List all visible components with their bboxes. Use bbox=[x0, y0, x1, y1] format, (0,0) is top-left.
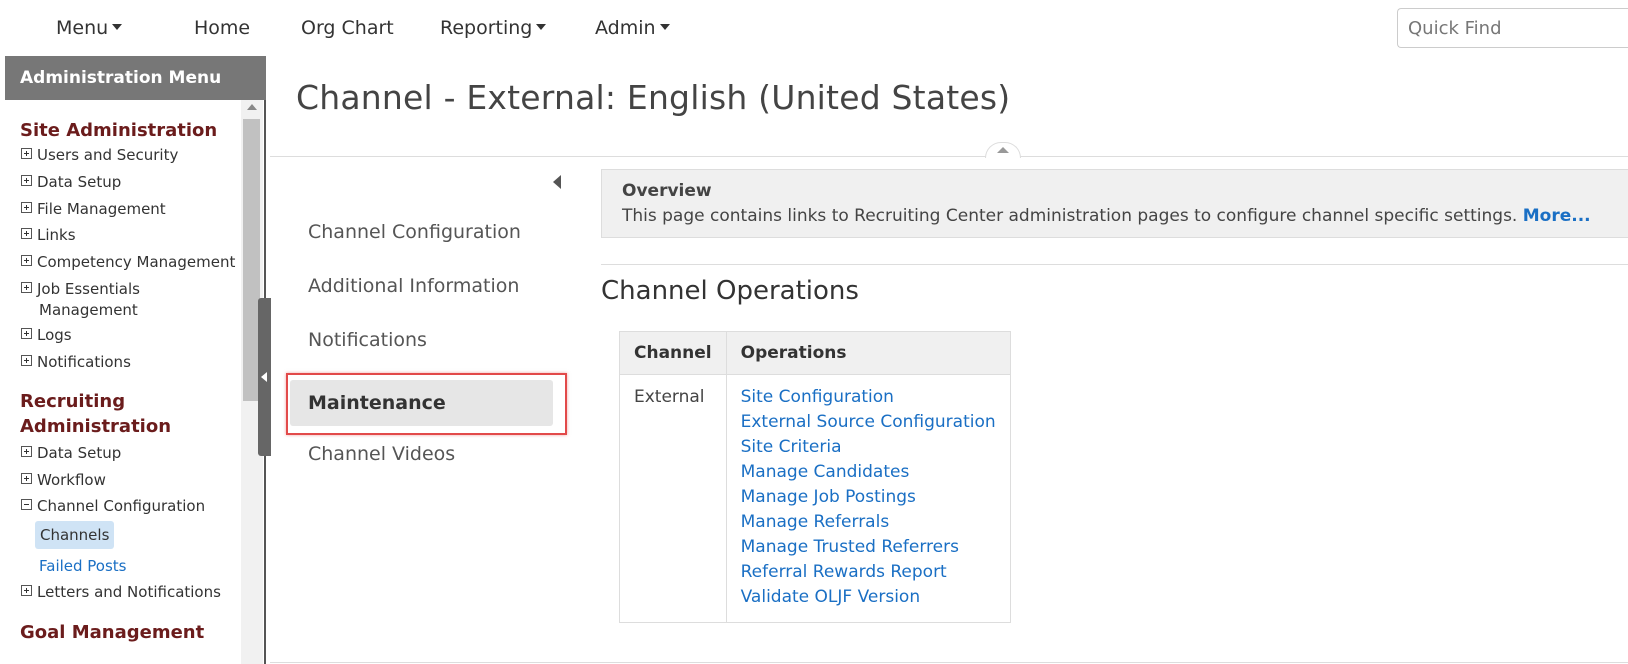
section-recruiting-administration: Recruiting Administration bbox=[20, 389, 171, 439]
caret-down-icon bbox=[112, 23, 123, 30]
divider bbox=[270, 662, 1628, 663]
expand-icon[interactable] bbox=[21, 175, 32, 186]
sidebar-item-label: Letters and Notifications bbox=[37, 583, 221, 601]
link-manage-candidates[interactable]: Manage Candidates bbox=[741, 460, 996, 485]
nav-admin[interactable]: Admin bbox=[595, 17, 670, 39]
sidebar-item-workflow[interactable]: Workflow bbox=[21, 469, 106, 491]
expand-icon[interactable] bbox=[21, 446, 32, 457]
expand-icon[interactable] bbox=[21, 585, 32, 596]
link-external-source-configuration[interactable]: External Source Configuration bbox=[741, 410, 996, 435]
expand-icon[interactable] bbox=[21, 202, 32, 213]
quick-find-input[interactable] bbox=[1397, 8, 1628, 48]
link-referral-rewards-report[interactable]: Referral Rewards Report bbox=[741, 560, 996, 585]
expand-icon[interactable] bbox=[21, 355, 32, 366]
link-validate-oljf-version[interactable]: Validate OLJF Version bbox=[741, 585, 996, 610]
channel-operations-table: Channel Operations External Site Configu… bbox=[619, 331, 1011, 623]
overview-title: Overview bbox=[622, 181, 712, 201]
sidebar-item-notifications[interactable]: Notifications bbox=[21, 351, 131, 373]
sidebar-item-label: Data Setup bbox=[37, 173, 122, 191]
overview-description: This page contains links to Recruiting C… bbox=[622, 206, 1518, 226]
sidebar-item-links[interactable]: Links bbox=[21, 224, 76, 246]
collapse-subnav-icon[interactable] bbox=[553, 175, 561, 189]
caret-down-icon bbox=[536, 23, 547, 30]
sidebar-item-label: Competency Management bbox=[37, 253, 236, 271]
expand-icon[interactable] bbox=[21, 255, 32, 266]
nav-menu-label: Menu bbox=[56, 17, 109, 39]
subnav-maintenance[interactable]: Maintenance bbox=[290, 380, 553, 426]
sidebar-item-users-security[interactable]: Users and Security bbox=[21, 144, 178, 166]
sidebar-item-file-management[interactable]: File Management bbox=[21, 198, 166, 220]
sidebar-item-channel-configuration[interactable]: Channel Configuration bbox=[21, 495, 205, 517]
link-site-configuration[interactable]: Site Configuration bbox=[741, 385, 996, 410]
nav-reporting-label: Reporting bbox=[440, 17, 533, 39]
sidebar-item-label: Job Essentials bbox=[37, 280, 140, 298]
sidebar-item-channels[interactable]: Channels bbox=[35, 521, 115, 549]
sidebar-header: Administration Menu bbox=[5, 56, 266, 100]
sidebar-item-competency-management[interactable]: Competency Management bbox=[21, 251, 235, 273]
section-title-line2: Administration bbox=[20, 416, 172, 437]
nav-admin-label: Admin bbox=[595, 17, 656, 39]
expand-icon[interactable] bbox=[21, 148, 32, 159]
subnav-channel-videos[interactable]: Channel Videos bbox=[308, 443, 455, 465]
sidebar-item-label: Logs bbox=[37, 326, 72, 344]
section-goal-management: Goal Management bbox=[20, 622, 205, 643]
expand-icon[interactable] bbox=[21, 473, 32, 484]
sidebar-item-label: Workflow bbox=[37, 471, 106, 489]
column-header-operations: Operations bbox=[725, 331, 1011, 375]
operations-cell: Site Configuration External Source Confi… bbox=[725, 374, 1011, 623]
sidebar-item-logs[interactable]: Logs bbox=[21, 324, 72, 346]
sidebar-item-label: File Management bbox=[37, 200, 166, 218]
link-manage-trusted-referrers[interactable]: Manage Trusted Referrers bbox=[741, 535, 996, 560]
sidebar-item-letters-notifications[interactable]: Letters and Notifications bbox=[21, 581, 221, 603]
sidebar-item-label: Channel Configuration bbox=[37, 497, 206, 515]
expand-icon[interactable] bbox=[21, 228, 32, 239]
sidebar-item-job-essentials[interactable]: Job Essentials bbox=[21, 278, 140, 300]
divider bbox=[601, 264, 1628, 265]
subnav-channel-configuration[interactable]: Channel Configuration bbox=[308, 221, 521, 243]
sidebar-item-failed-posts[interactable]: Failed Posts bbox=[39, 555, 127, 577]
sidebar-collapse-handle[interactable] bbox=[258, 298, 271, 456]
channel-operations-heading: Channel Operations bbox=[601, 276, 859, 306]
table-row: External Site Configuration External Sou… bbox=[619, 374, 1011, 623]
nav-menu[interactable]: Menu bbox=[56, 17, 123, 39]
subnav-notifications[interactable]: Notifications bbox=[308, 329, 427, 351]
collapse-icon[interactable] bbox=[21, 499, 32, 510]
top-navigation: Menu Home Org Chart Reporting Admin bbox=[0, 0, 1628, 56]
expand-icon[interactable] bbox=[21, 328, 32, 339]
section-site-administration: Site Administration bbox=[20, 120, 218, 141]
overview-text: This page contains links to Recruiting C… bbox=[622, 206, 1591, 226]
link-manage-job-postings[interactable]: Manage Job Postings bbox=[741, 485, 996, 510]
overview-panel: Overview This page contains links to Rec… bbox=[601, 169, 1628, 238]
subnav-maintenance-label: Maintenance bbox=[308, 392, 446, 414]
more-link[interactable]: More... bbox=[1523, 206, 1591, 226]
sidebar-item-label: Notifications bbox=[37, 353, 131, 371]
divider bbox=[270, 156, 1628, 157]
page-title: Channel - External: English (United Stat… bbox=[296, 78, 1011, 117]
scroll-up-icon[interactable] bbox=[247, 104, 257, 110]
chevron-left-icon bbox=[261, 372, 267, 382]
sidebar-item-recruiting-data-setup[interactable]: Data Setup bbox=[21, 442, 121, 464]
nav-org-chart[interactable]: Org Chart bbox=[301, 17, 394, 39]
column-header-channel: Channel bbox=[619, 331, 727, 375]
expand-icon[interactable] bbox=[21, 282, 32, 293]
link-manage-referrals[interactable]: Manage Referrals bbox=[741, 510, 996, 535]
collapse-header-button[interactable] bbox=[985, 142, 1021, 158]
link-site-criteria[interactable]: Site Criteria bbox=[741, 435, 996, 460]
sidebar-item-data-setup[interactable]: Data Setup bbox=[21, 171, 121, 193]
sidebar-item-label: Users and Security bbox=[37, 146, 179, 164]
subnav-additional-information[interactable]: Additional Information bbox=[308, 275, 519, 297]
table-header-row: Channel Operations bbox=[619, 331, 1011, 375]
sidebar-item-label: Data Setup bbox=[37, 444, 122, 462]
section-title-line1: Recruiting bbox=[20, 391, 126, 412]
sidebar-item-label: Links bbox=[37, 226, 76, 244]
nav-reporting[interactable]: Reporting bbox=[440, 17, 547, 39]
channel-cell: External bbox=[619, 374, 727, 623]
sidebar-item-job-essentials-cont[interactable]: Management bbox=[39, 299, 138, 321]
admin-sidebar: Administration Menu Site Administration … bbox=[5, 56, 266, 664]
caret-down-icon bbox=[659, 23, 670, 30]
nav-home[interactable]: Home bbox=[194, 17, 250, 39]
